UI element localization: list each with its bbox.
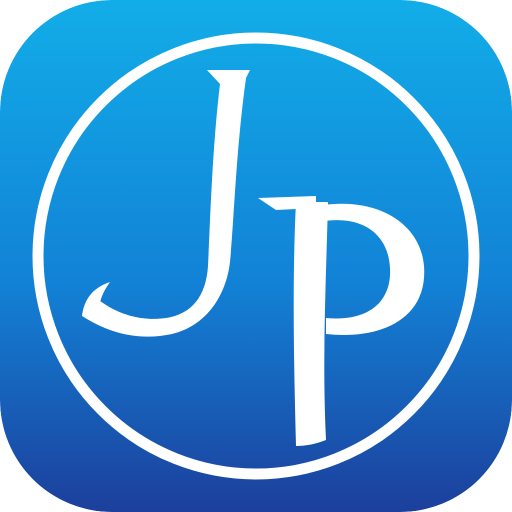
letter-p-stem: [293, 202, 328, 446]
app-icon-graphic: [0, 0, 512, 512]
icon-background: [0, 0, 512, 512]
app-icon[interactable]: [0, 0, 512, 512]
